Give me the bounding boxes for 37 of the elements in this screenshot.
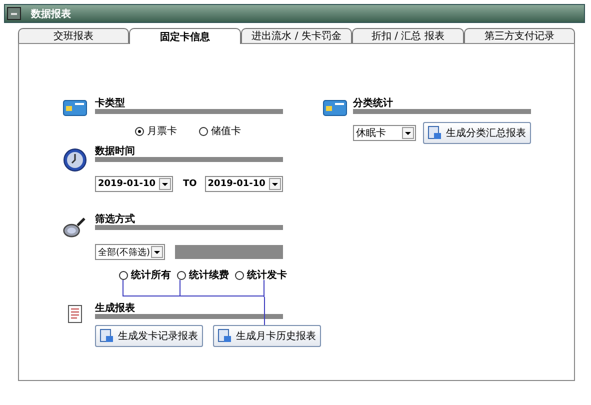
summary-report-button[interactable]: 生成分类汇总报表 [423,122,531,144]
card-icon [63,100,87,116]
section-heading: 筛选方式 [95,212,135,225]
section-heading: 分类统计 [353,96,393,109]
category-dropdown[interactable]: 休眠卡 [353,125,416,141]
tab[interactable]: 折扣 / 汇总 报表 [352,28,464,43]
dropdown-icon [151,246,164,258]
section-heading: 卡类型 [95,96,125,109]
dropdown-icon [268,178,281,190]
date-picker[interactable]: 2019-01-10 [204,176,283,192]
window-title: 数据报表 [31,8,71,20]
magnifier-icon [63,216,87,240]
report-icon [218,329,232,343]
section-heading: 生成报表 [95,302,135,314]
report-button[interactable]: 生成月卡历史报表 [213,325,321,347]
radio-option[interactable]: 统计所有 [119,268,171,282]
radio-option[interactable]: 统计续费 [177,268,229,282]
dropdown-icon [402,127,414,139]
radio-option[interactable]: 统计发卡 [235,268,287,282]
clock-icon [63,148,87,172]
report-icon [100,329,114,343]
dropdown-icon [159,178,171,190]
radio-option[interactable]: 储值卡 [199,124,241,138]
tab[interactable]: 进出流水 / 失卡罚金 [240,28,352,43]
tab[interactable]: 固定卡信息 [129,28,241,44]
report-icon [428,126,442,140]
radio-option[interactable]: 月票卡 [135,124,177,138]
filter-value-field[interactable] [175,245,283,259]
date-picker[interactable]: 2019-01-10 [95,176,173,192]
card-icon [323,100,347,116]
tab[interactable]: 第三方支付记录 [464,28,576,43]
range-separator: TO [183,179,197,189]
filter-dropdown[interactable]: 全部(不筛选) [95,244,166,260]
tab[interactable]: 交班报表 [18,28,130,43]
section-heading: 数据时间 [95,144,135,157]
minimize-button[interactable] [7,7,21,20]
report-button[interactable]: 生成发卡记录报表 [95,325,203,347]
